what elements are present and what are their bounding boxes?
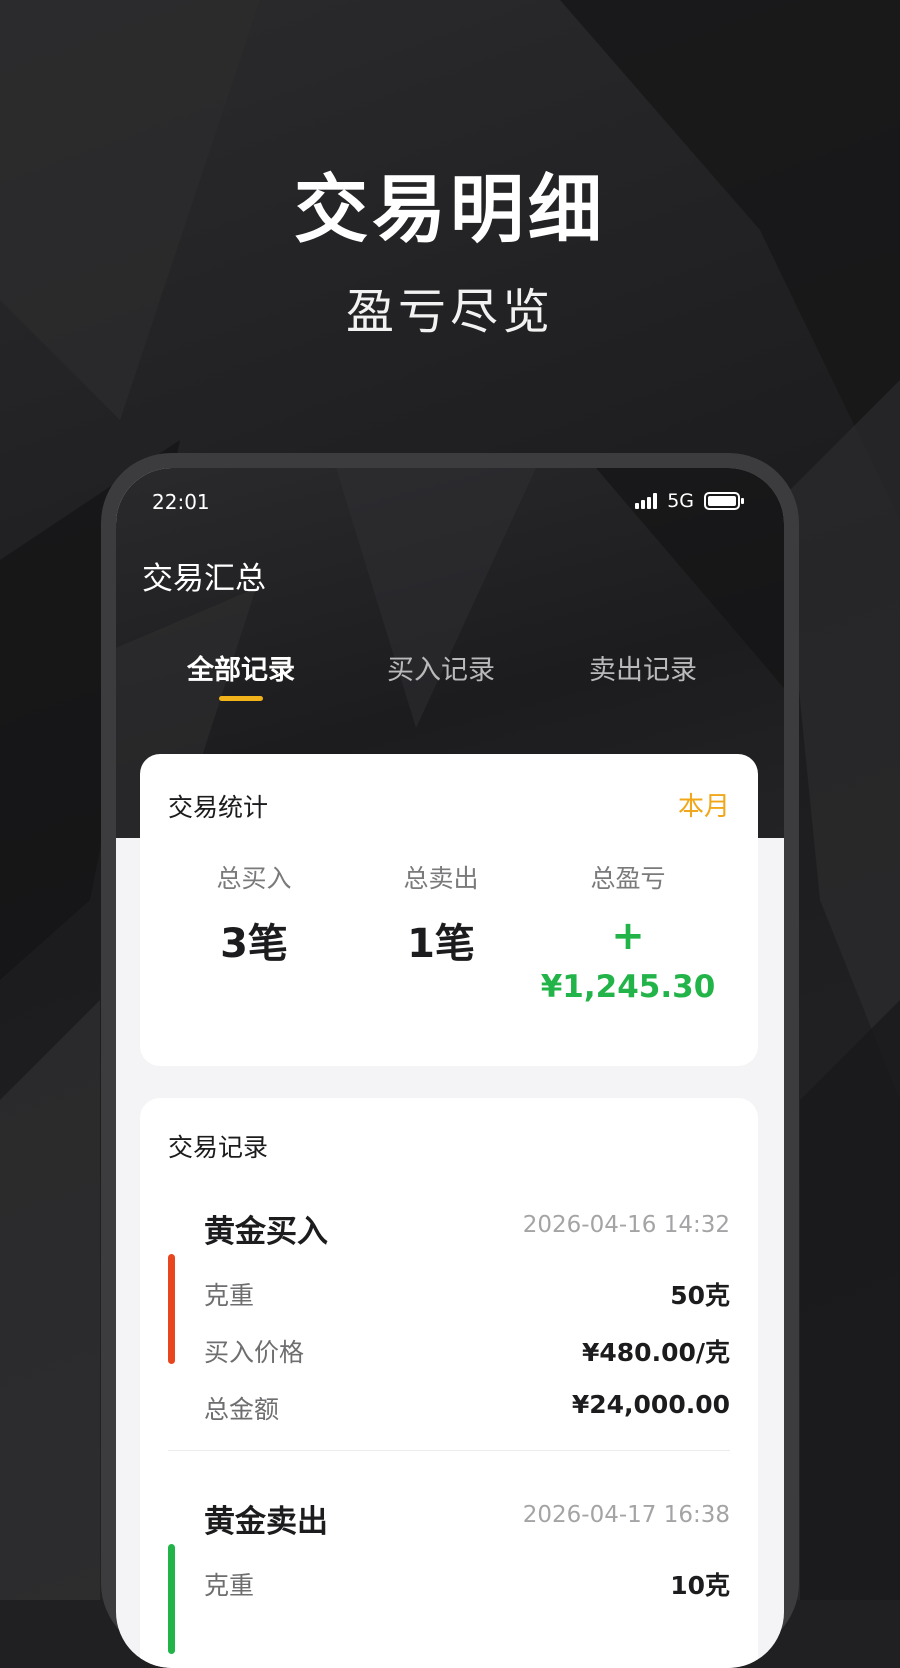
- stat-total-sell: 总卖出 1笔: [341, 859, 541, 969]
- stat-total-profit: 总盈亏 + ¥1,245.30: [528, 859, 728, 1005]
- hero-title: 交易明细: [294, 167, 606, 253]
- buy-marker: [168, 1254, 175, 1364]
- stat-label: 总盈亏: [590, 864, 666, 893]
- tab-label: 全部记录: [187, 655, 295, 686]
- divider: [168, 1450, 730, 1451]
- phone-screen: 22:01 5G 交易汇总 全部记录 买入记录 卖出记录 交易统计 本月 总买入…: [116, 468, 784, 1668]
- tab-buy-records[interactable]: 买入记录: [371, 648, 511, 687]
- record-label: 克重: [204, 1281, 255, 1310]
- record-type: 黄金买入: [204, 1214, 328, 1250]
- tab-sell-records[interactable]: 卖出记录: [573, 648, 713, 687]
- record-time: 2026-04-17 16:38: [522, 1502, 730, 1528]
- period-selector[interactable]: 本月: [678, 786, 730, 823]
- record-weight-row: 克重 10克: [204, 1566, 730, 1602]
- record-total-row: 总金额 ¥24,000.00: [204, 1390, 730, 1426]
- profit-amount: ¥1,245.30: [540, 969, 716, 1005]
- network-type: 5G: [667, 490, 694, 512]
- record-label: 买入价格: [204, 1338, 305, 1367]
- status-time: 22:01: [152, 490, 210, 514]
- record-weight-row: 克重 50克: [204, 1276, 730, 1312]
- stat-total-buy: 总买入 3笔: [154, 859, 354, 969]
- record-value: ¥24,000.00: [571, 1390, 730, 1419]
- record-time: 2026-04-16 14:32: [522, 1212, 730, 1238]
- page-title: 交易汇总: [142, 561, 266, 597]
- stat-value: 1笔: [407, 921, 475, 967]
- status-icons: 5G: [635, 490, 744, 512]
- active-tab-indicator: [219, 696, 263, 701]
- stat-label: 总卖出: [403, 864, 479, 893]
- tab-all-records[interactable]: 全部记录: [171, 648, 311, 701]
- record-tabs: 全部记录 买入记录 卖出记录: [116, 648, 784, 708]
- stat-label: 总买入: [216, 864, 292, 893]
- records-card: 交易记录 黄金买入 2026-04-16 14:32 克重 50克 买入价格 ¥…: [140, 1098, 758, 1668]
- record-label: 克重: [204, 1571, 255, 1600]
- battery-icon: [704, 492, 744, 510]
- list-item[interactable]: 黄金买入 2026-04-16 14:32 克重 50克 买入价格 ¥480.0…: [140, 1206, 758, 1426]
- tab-label: 卖出记录: [589, 655, 697, 686]
- records-title: 交易记录: [168, 1133, 269, 1162]
- record-price-row: 买入价格 ¥480.00/克: [204, 1333, 730, 1369]
- stat-value: 3笔: [220, 921, 288, 967]
- stats-title: 交易统计: [168, 793, 269, 822]
- list-item[interactable]: 黄金卖出 2026-04-17 16:38 克重 10克: [140, 1496, 758, 1668]
- record-type: 黄金卖出: [204, 1504, 328, 1540]
- record-value: ¥480.00/克: [582, 1338, 730, 1367]
- signal-bars-icon: [635, 493, 658, 509]
- record-label: 总金额: [204, 1395, 280, 1424]
- record-value: 50克: [670, 1281, 730, 1310]
- hero-subtitle: 盈亏尽览: [345, 284, 554, 340]
- sell-marker: [168, 1544, 175, 1654]
- stats-card: 交易统计 本月 总买入 3笔 总卖出 1笔 总盈亏 + ¥1,245.30: [140, 754, 758, 1066]
- profit-sign: +: [611, 913, 645, 959]
- record-value: 10克: [670, 1571, 730, 1600]
- tab-label: 买入记录: [387, 655, 495, 686]
